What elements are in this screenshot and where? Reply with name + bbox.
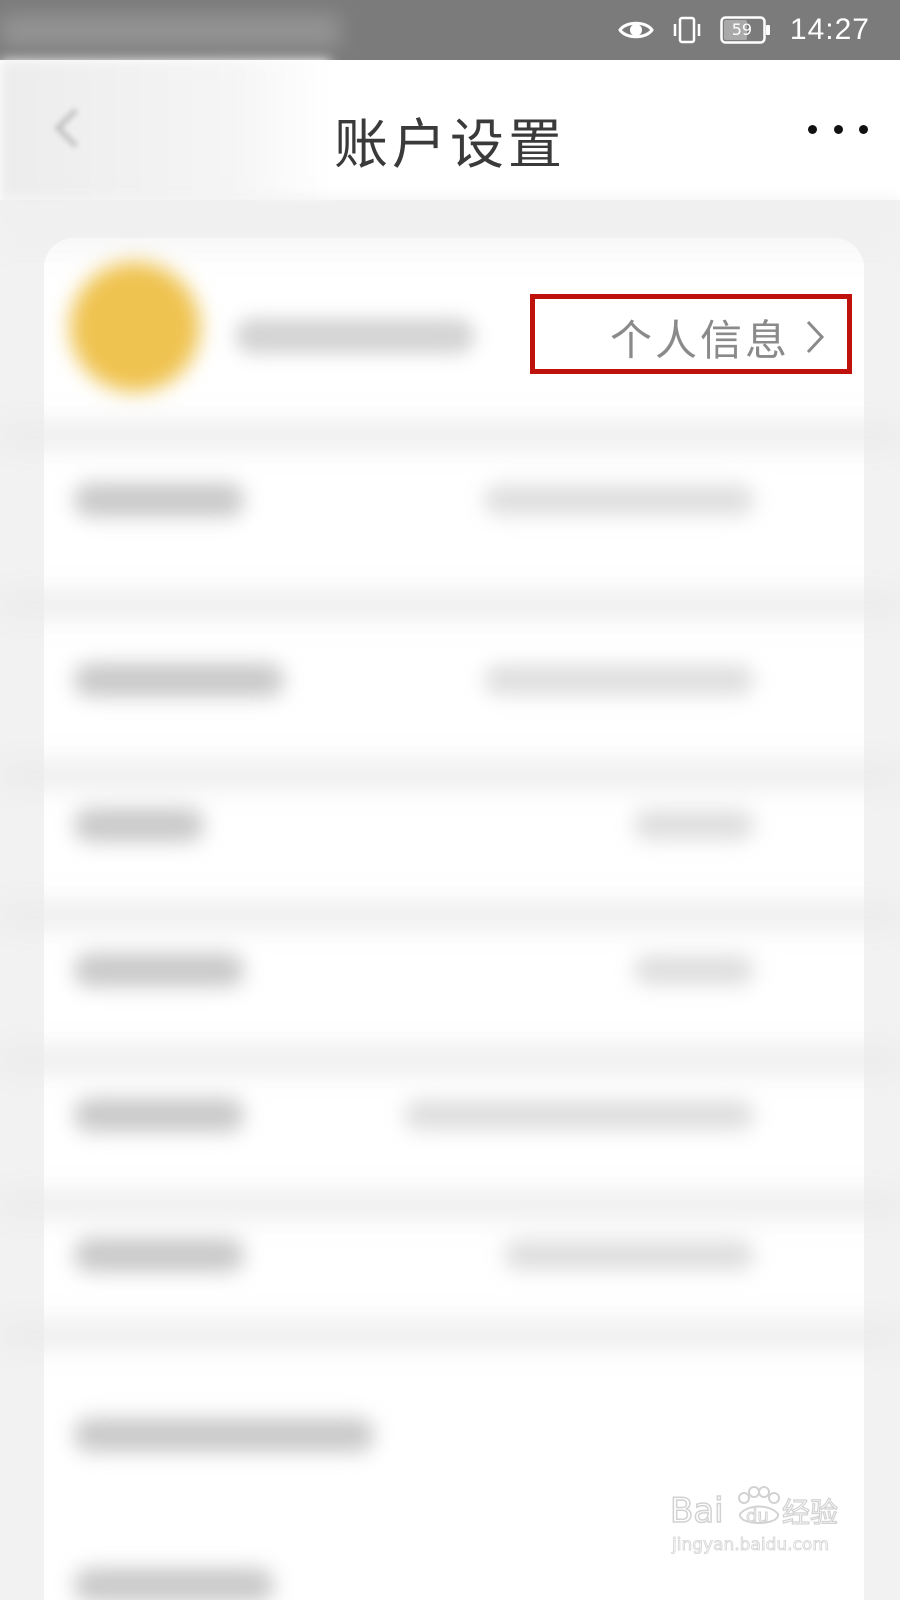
settings-row-label-blurred [74, 1238, 244, 1272]
settings-row-blurred[interactable] [44, 625, 864, 735]
settings-row-value-blurred [484, 665, 754, 695]
more-icon-dot [833, 124, 843, 134]
highlight-box [530, 294, 852, 374]
settings-row-value-blurred [634, 955, 754, 985]
vibrate-icon [673, 16, 701, 44]
settings-row-value-blurred [634, 810, 754, 840]
svg-text:du: du [746, 1506, 769, 1527]
settings-row-blurred[interactable] [44, 445, 864, 555]
settings-row-label-blurred [74, 663, 284, 697]
status-bar-blurred-notifications [0, 14, 340, 48]
status-bar-indicators: 59 14:27 [618, 12, 870, 48]
settings-row-value-blurred [484, 485, 754, 515]
settings-row-label-blurred [74, 1568, 274, 1600]
more-icon-dot [859, 124, 868, 134]
app-header: 账户设置 [0, 60, 900, 200]
avatar[interactable] [70, 262, 200, 392]
status-bar: 59 14:27 [0, 0, 900, 60]
battery-level-text: 59 [731, 20, 753, 39]
settings-row-blurred[interactable] [44, 770, 864, 880]
row-divider [0, 1320, 900, 1350]
more-icon-dot [808, 124, 817, 134]
settings-row-label-blurred [74, 1098, 244, 1132]
settings-row-blurred[interactable] [44, 1060, 864, 1170]
baidu-jingyan-watermark: Bai du 经验 jingyan.baidu.com [669, 1486, 838, 1555]
settings-row-blurred[interactable] [44, 1380, 864, 1490]
card-top-shadow [0, 200, 900, 270]
eye-icon [618, 21, 654, 39]
status-bar-time: 14:27 [789, 13, 870, 46]
settings-row-label-blurred [74, 1418, 374, 1452]
settings-row-label-blurred [74, 483, 244, 517]
settings-row-value-blurred [404, 1100, 754, 1130]
svg-text:Bai: Bai [670, 1491, 724, 1531]
svg-text:经验: 经验 [782, 1496, 838, 1529]
settings-row-value-blurred [504, 1240, 754, 1270]
settings-row-blurred[interactable] [44, 915, 864, 1025]
more-icon[interactable] [808, 116, 868, 142]
settings-row-label-blurred [74, 808, 204, 842]
page-title: 账户设置 [334, 113, 566, 176]
account-settings-screen: 59 14:27 账户设置 个人信息 Bai du 经验 jingyan.bai… [0, 0, 900, 1600]
svg-text:jingyan.baidu.com: jingyan.baidu.com [671, 1535, 829, 1555]
battery-icon: 59 [720, 16, 772, 44]
row-divider [0, 590, 900, 620]
profile-name-blurred [235, 318, 475, 354]
settings-row-label-blurred [74, 953, 244, 987]
settings-row-blurred[interactable] [44, 1200, 864, 1310]
